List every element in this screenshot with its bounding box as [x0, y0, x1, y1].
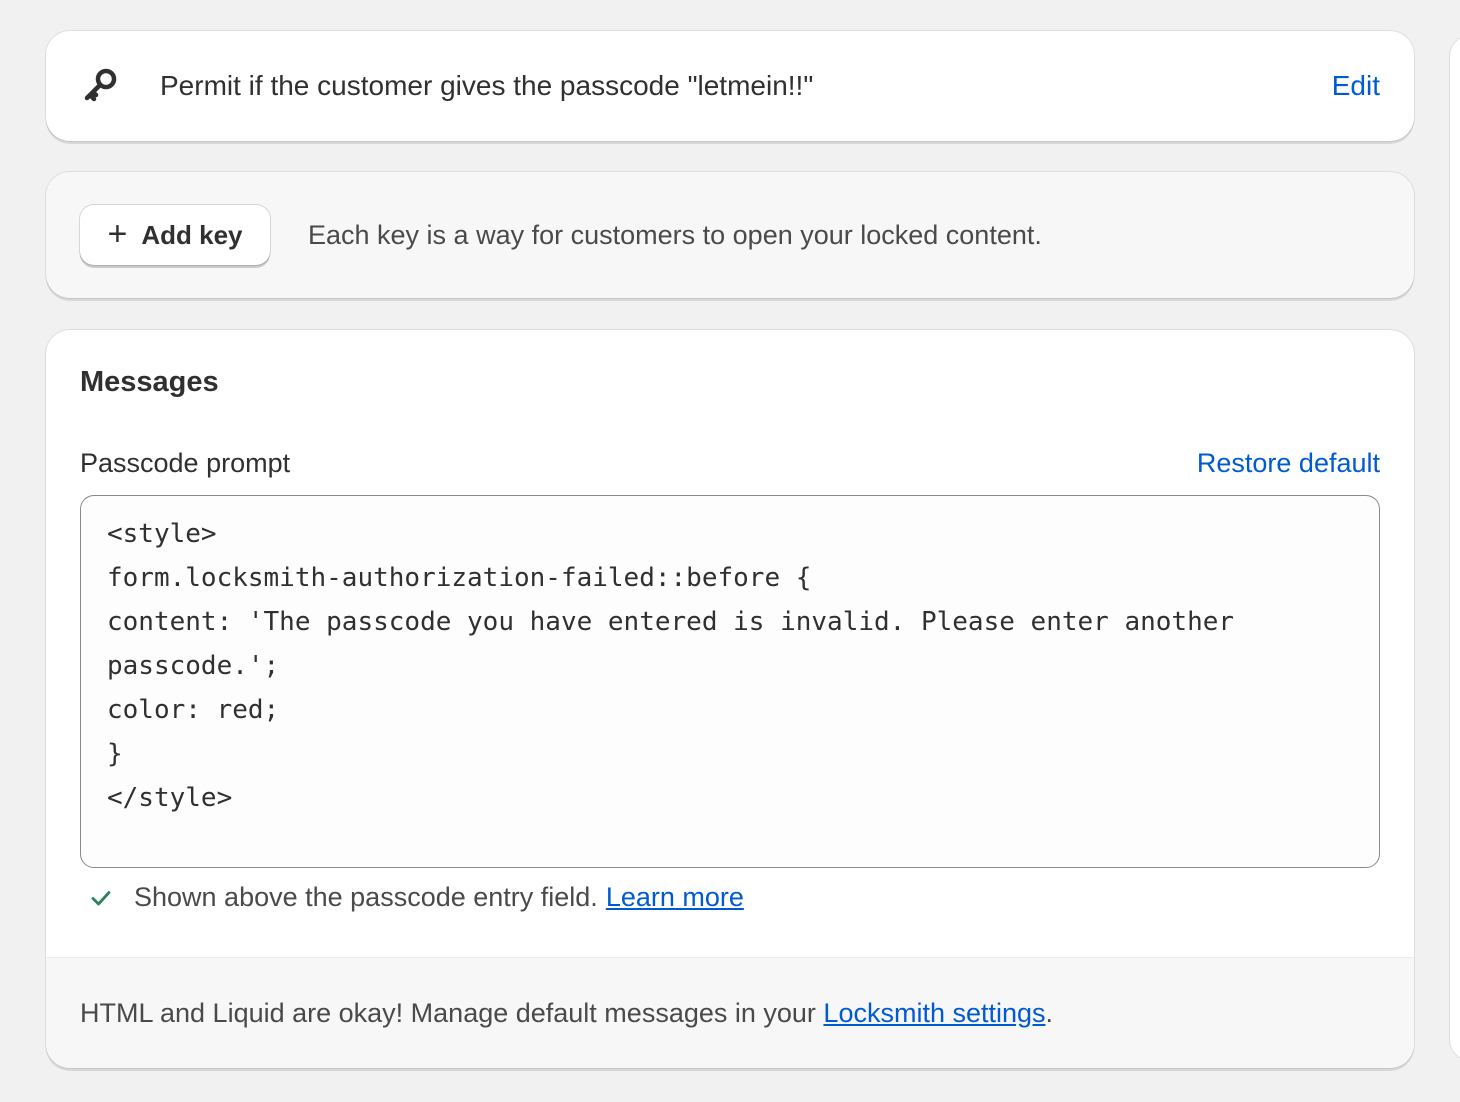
messages-title: Messages [80, 366, 219, 398]
plus-icon: + [107, 214, 128, 253]
key-rule-card: Permit if the customer gives the passcod… [46, 31, 1414, 141]
add-key-description: Each key is a way for customers to open … [308, 219, 1042, 250]
side-panel-edge [1450, 36, 1460, 1060]
passcode-prompt-textarea[interactable]: <style> form.locksmith-authorization-fai… [80, 495, 1380, 868]
locksmith-settings-link[interactable]: Locksmith settings [823, 998, 1045, 1029]
help-text: Shown above the passcode entry field. [134, 882, 598, 912]
add-key-label: Add key [141, 219, 243, 250]
learn-more-link[interactable]: Learn more [606, 882, 744, 913]
footer-text: HTML and Liquid are okay! Manage default… [80, 997, 824, 1028]
passcode-prompt-label: Passcode prompt [80, 448, 291, 478]
footer-period: . [1045, 997, 1054, 1028]
passcode-prompt-help: Shown above the passcode entry field. Le… [90, 882, 744, 913]
checkmark-icon [90, 887, 112, 909]
key-icon [80, 66, 120, 106]
add-key-card: + Add key Each key is a way for customer… [46, 172, 1414, 298]
restore-default-link[interactable]: Restore default [1197, 448, 1380, 479]
edit-key-link[interactable]: Edit [1332, 70, 1380, 102]
add-key-button[interactable]: + Add key [80, 205, 270, 265]
key-rule-text: Permit if the customer gives the passcod… [160, 70, 814, 101]
messages-footer: HTML and Liquid are okay! Manage default… [46, 957, 1414, 1068]
messages-card: Messages Passcode prompt Restore default… [46, 330, 1414, 1068]
